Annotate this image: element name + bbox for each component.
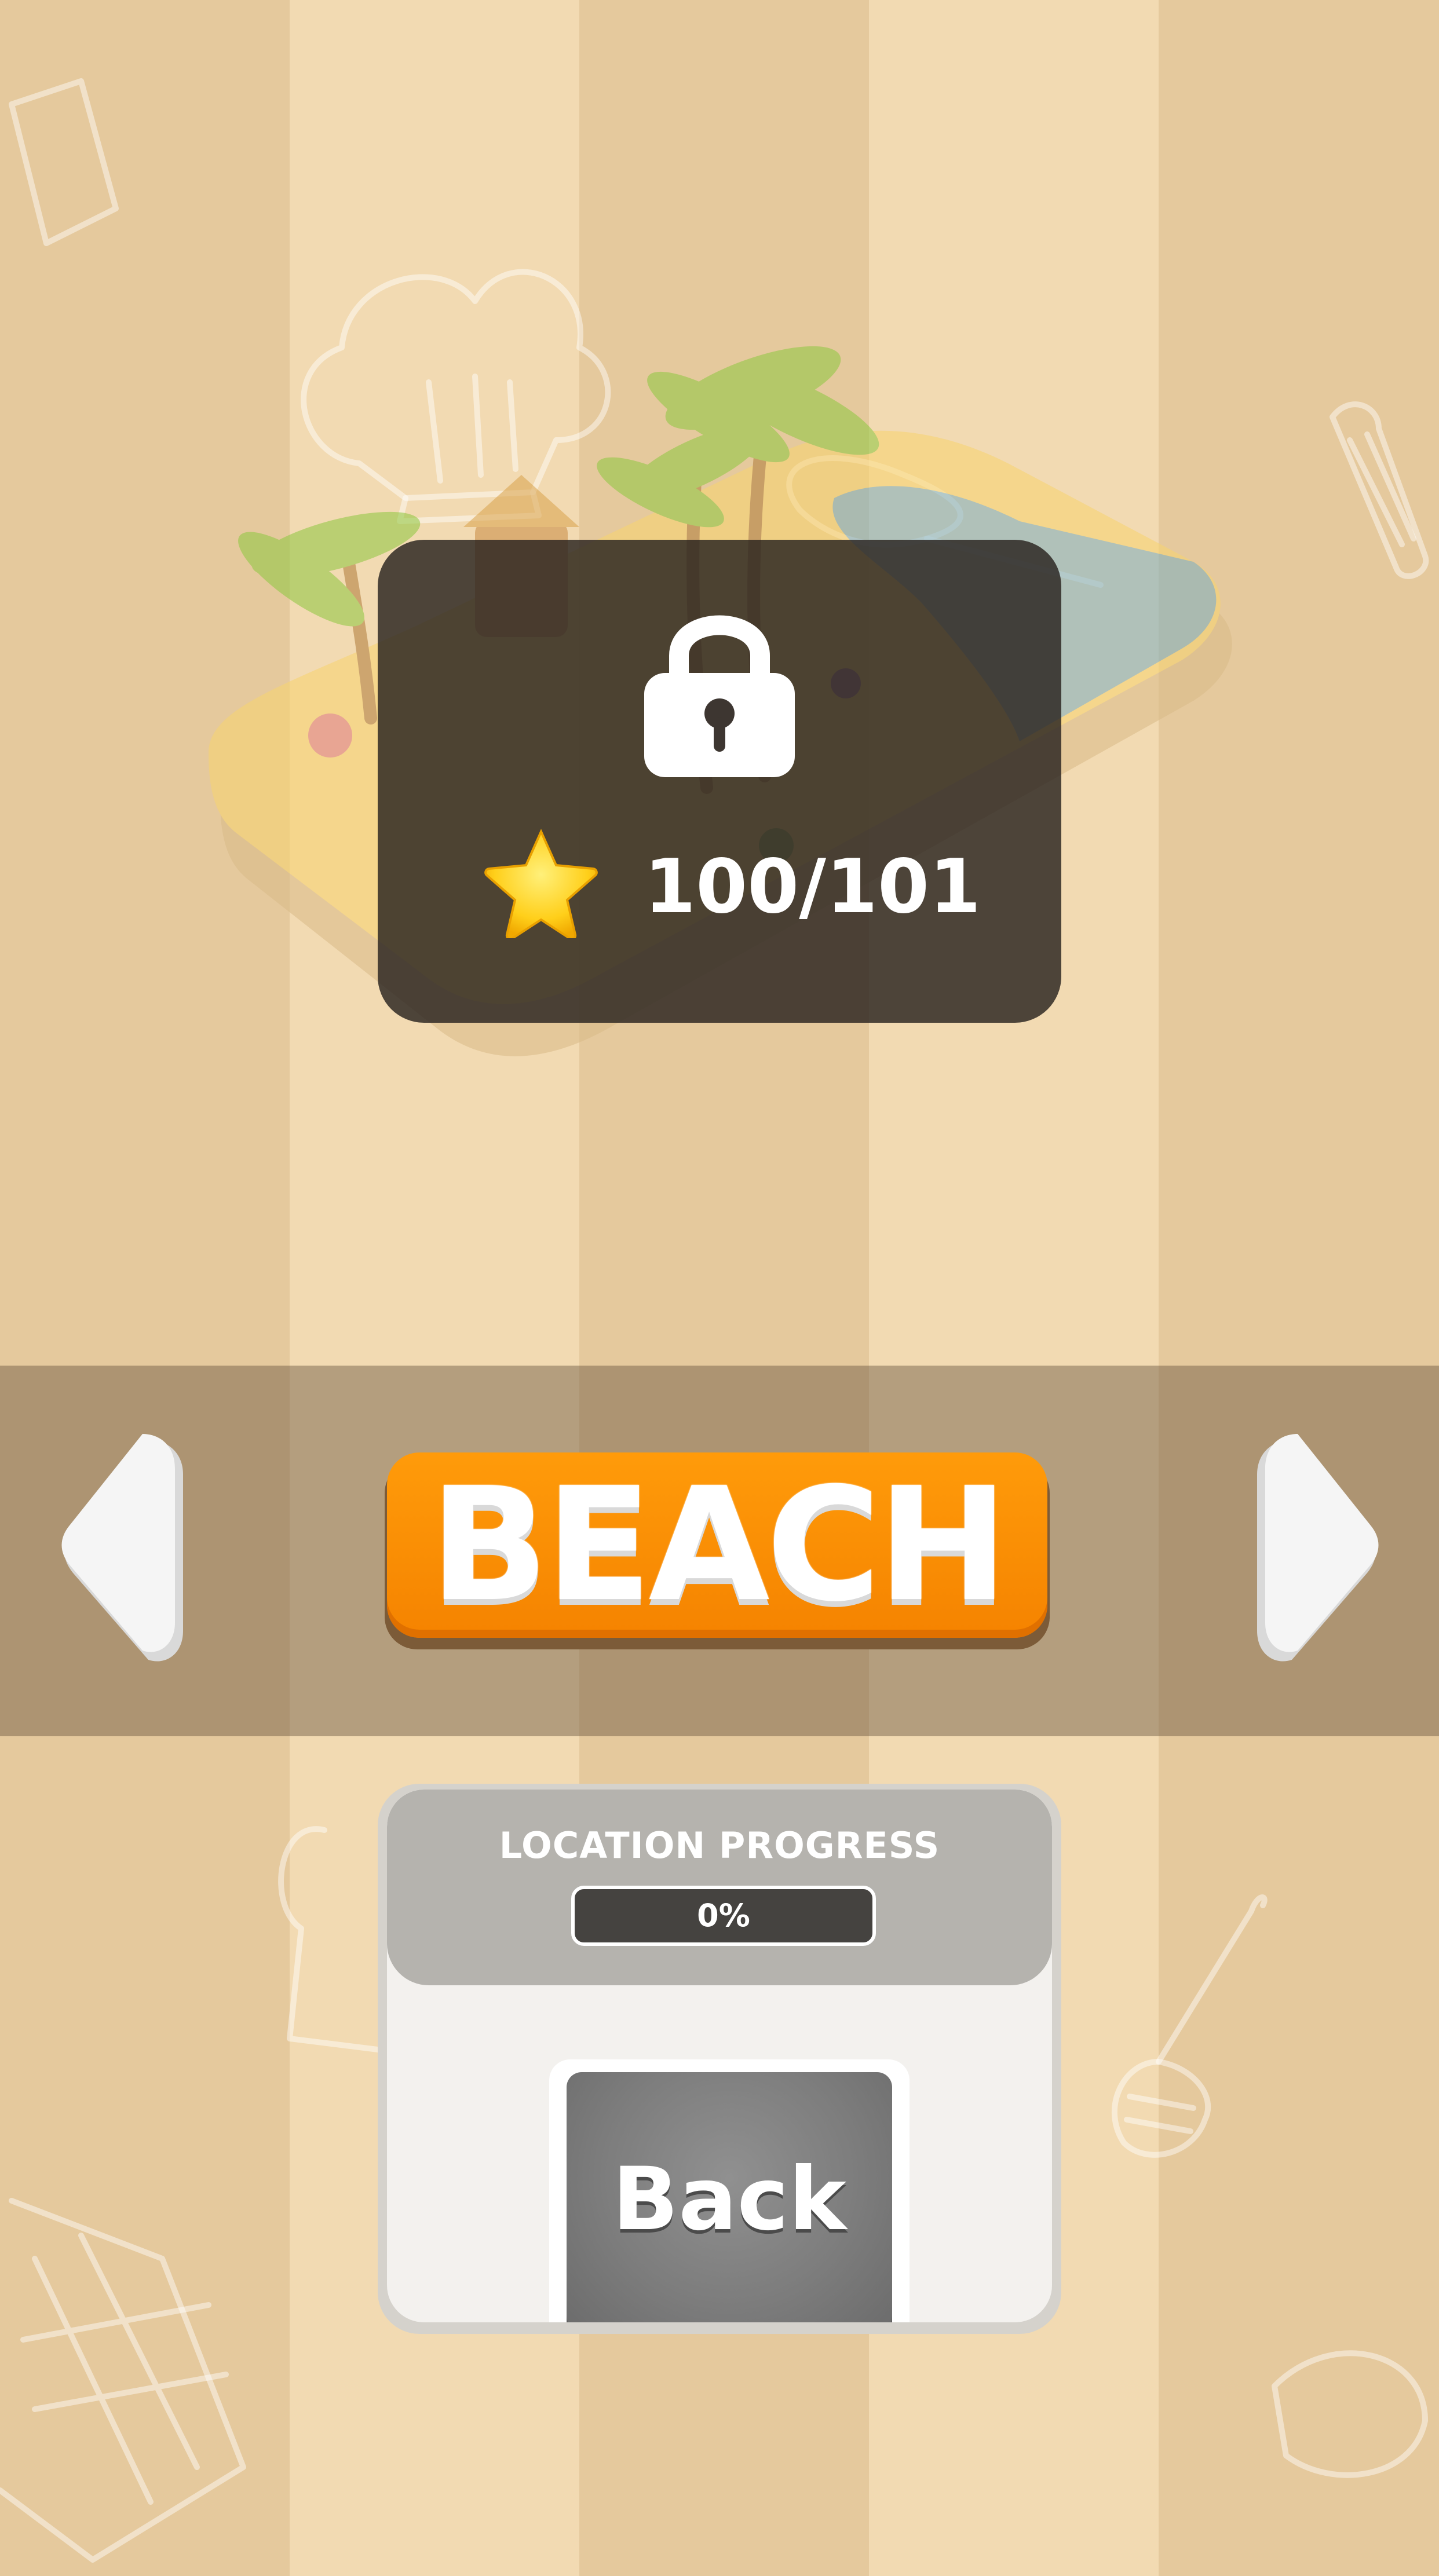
chevron-left-icon[interactable]: [56, 1428, 189, 1671]
location-title-plate: BEACH: [385, 1452, 1052, 1649]
back-button-face[interactable]: Back: [567, 2072, 892, 2322]
chevron-right-icon[interactable]: [1251, 1428, 1385, 1671]
progress-header: LOCATION PROGRESS 0%: [387, 1790, 1052, 1985]
progress-label: LOCATION PROGRESS: [499, 1824, 940, 1867]
star-icon: [484, 829, 598, 938]
location-banner: BEACH: [0, 1366, 1439, 1736]
locked-overlay-panel: 100/101: [378, 540, 1061, 1023]
padlock-icon: [644, 615, 795, 777]
back-button-label: Back: [612, 2149, 847, 2250]
star-requirement-text: 100/101: [644, 844, 981, 930]
progress-bar: 0%: [571, 1886, 876, 1946]
spatula-bottom-icon: [1156, 1894, 1268, 2065]
progress-percent: 0%: [697, 1897, 750, 1934]
location-title: BEACH: [429, 1454, 1008, 1636]
chef-hat-bottom-icon: [278, 1826, 397, 2053]
pot-icon: [9, 78, 119, 246]
location-progress-card: LOCATION PROGRESS 0% Back: [378, 1784, 1061, 2334]
back-button[interactable]: Back: [549, 2059, 910, 2322]
spatula-icon: [1330, 401, 1429, 579]
grill-icon: [0, 2198, 246, 2563]
